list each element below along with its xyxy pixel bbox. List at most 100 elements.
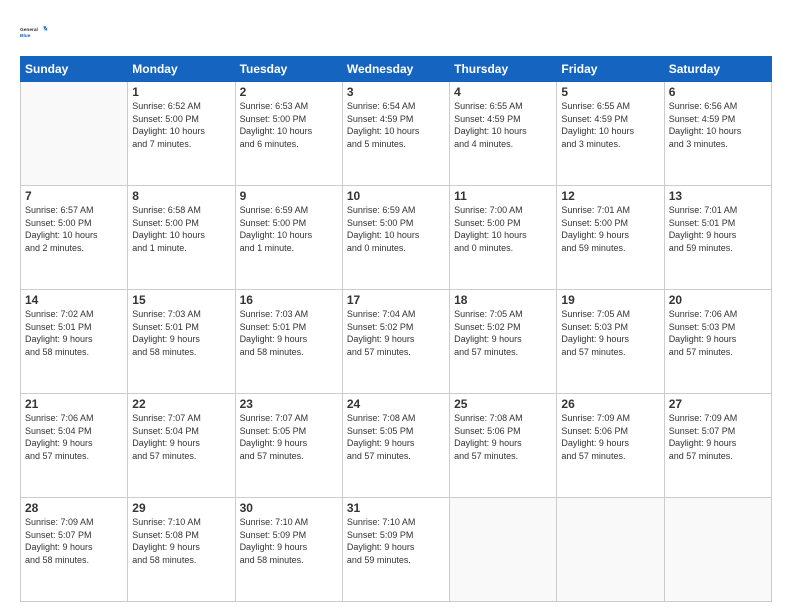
cell-info: Sunrise: 7:00 AM Sunset: 5:00 PM Dayligh… <box>454 204 552 254</box>
calendar-body: 1Sunrise: 6:52 AM Sunset: 5:00 PM Daylig… <box>21 82 772 602</box>
day-number: 6 <box>669 85 767 99</box>
calendar-cell: 18Sunrise: 7:05 AM Sunset: 5:02 PM Dayli… <box>450 290 557 394</box>
day-number: 26 <box>561 397 659 411</box>
calendar-cell: 22Sunrise: 7:07 AM Sunset: 5:04 PM Dayli… <box>128 394 235 498</box>
day-number: 7 <box>25 189 123 203</box>
day-number: 16 <box>240 293 338 307</box>
week-row-3: 21Sunrise: 7:06 AM Sunset: 5:04 PM Dayli… <box>21 394 772 498</box>
day-number: 15 <box>132 293 230 307</box>
calendar-cell: 29Sunrise: 7:10 AM Sunset: 5:08 PM Dayli… <box>128 498 235 602</box>
day-number: 14 <box>25 293 123 307</box>
calendar-cell: 1Sunrise: 6:52 AM Sunset: 5:00 PM Daylig… <box>128 82 235 186</box>
day-number: 25 <box>454 397 552 411</box>
calendar-cell: 10Sunrise: 6:59 AM Sunset: 5:00 PM Dayli… <box>342 186 449 290</box>
cell-info: Sunrise: 6:53 AM Sunset: 5:00 PM Dayligh… <box>240 100 338 150</box>
day-number: 1 <box>132 85 230 99</box>
day-header-sunday: Sunday <box>21 57 128 82</box>
logo-icon: General Blue <box>20 18 48 46</box>
day-number: 4 <box>454 85 552 99</box>
cell-info: Sunrise: 7:03 AM Sunset: 5:01 PM Dayligh… <box>132 308 230 358</box>
page: General Blue SundayMondayTuesdayWednesda… <box>0 0 792 612</box>
cell-info: Sunrise: 7:06 AM Sunset: 5:04 PM Dayligh… <box>25 412 123 462</box>
day-number: 22 <box>132 397 230 411</box>
day-number: 8 <box>132 189 230 203</box>
header: General Blue <box>20 18 772 46</box>
header-row: SundayMondayTuesdayWednesdayThursdayFrid… <box>21 57 772 82</box>
day-number: 21 <box>25 397 123 411</box>
cell-info: Sunrise: 7:01 AM Sunset: 5:00 PM Dayligh… <box>561 204 659 254</box>
calendar-table: SundayMondayTuesdayWednesdayThursdayFrid… <box>20 56 772 602</box>
day-header-tuesday: Tuesday <box>235 57 342 82</box>
calendar-cell: 25Sunrise: 7:08 AM Sunset: 5:06 PM Dayli… <box>450 394 557 498</box>
calendar-cell: 7Sunrise: 6:57 AM Sunset: 5:00 PM Daylig… <box>21 186 128 290</box>
day-number: 19 <box>561 293 659 307</box>
week-row-2: 14Sunrise: 7:02 AM Sunset: 5:01 PM Dayli… <box>21 290 772 394</box>
cell-info: Sunrise: 6:52 AM Sunset: 5:00 PM Dayligh… <box>132 100 230 150</box>
calendar-cell <box>21 82 128 186</box>
calendar-cell: 26Sunrise: 7:09 AM Sunset: 5:06 PM Dayli… <box>557 394 664 498</box>
cell-info: Sunrise: 7:04 AM Sunset: 5:02 PM Dayligh… <box>347 308 445 358</box>
calendar-cell: 6Sunrise: 6:56 AM Sunset: 4:59 PM Daylig… <box>664 82 771 186</box>
day-number: 23 <box>240 397 338 411</box>
cell-info: Sunrise: 6:55 AM Sunset: 4:59 PM Dayligh… <box>561 100 659 150</box>
calendar-cell: 11Sunrise: 7:00 AM Sunset: 5:00 PM Dayli… <box>450 186 557 290</box>
calendar-cell: 15Sunrise: 7:03 AM Sunset: 5:01 PM Dayli… <box>128 290 235 394</box>
calendar-cell: 2Sunrise: 6:53 AM Sunset: 5:00 PM Daylig… <box>235 82 342 186</box>
week-row-1: 7Sunrise: 6:57 AM Sunset: 5:00 PM Daylig… <box>21 186 772 290</box>
day-number: 18 <box>454 293 552 307</box>
calendar-cell <box>450 498 557 602</box>
cell-info: Sunrise: 7:05 AM Sunset: 5:03 PM Dayligh… <box>561 308 659 358</box>
calendar-header: SundayMondayTuesdayWednesdayThursdayFrid… <box>21 57 772 82</box>
day-number: 29 <box>132 501 230 515</box>
day-number: 31 <box>347 501 445 515</box>
day-number: 12 <box>561 189 659 203</box>
day-number: 13 <box>669 189 767 203</box>
calendar-cell: 8Sunrise: 6:58 AM Sunset: 5:00 PM Daylig… <box>128 186 235 290</box>
cell-info: Sunrise: 6:58 AM Sunset: 5:00 PM Dayligh… <box>132 204 230 254</box>
day-number: 27 <box>669 397 767 411</box>
day-number: 10 <box>347 189 445 203</box>
day-header-saturday: Saturday <box>664 57 771 82</box>
cell-info: Sunrise: 7:05 AM Sunset: 5:02 PM Dayligh… <box>454 308 552 358</box>
day-header-wednesday: Wednesday <box>342 57 449 82</box>
day-number: 30 <box>240 501 338 515</box>
calendar-cell: 5Sunrise: 6:55 AM Sunset: 4:59 PM Daylig… <box>557 82 664 186</box>
calendar-cell: 30Sunrise: 7:10 AM Sunset: 5:09 PM Dayli… <box>235 498 342 602</box>
calendar-cell: 21Sunrise: 7:06 AM Sunset: 5:04 PM Dayli… <box>21 394 128 498</box>
cell-info: Sunrise: 7:09 AM Sunset: 5:06 PM Dayligh… <box>561 412 659 462</box>
day-number: 2 <box>240 85 338 99</box>
day-number: 5 <box>561 85 659 99</box>
cell-info: Sunrise: 6:57 AM Sunset: 5:00 PM Dayligh… <box>25 204 123 254</box>
cell-info: Sunrise: 7:08 AM Sunset: 5:05 PM Dayligh… <box>347 412 445 462</box>
day-number: 3 <box>347 85 445 99</box>
cell-info: Sunrise: 7:01 AM Sunset: 5:01 PM Dayligh… <box>669 204 767 254</box>
cell-info: Sunrise: 7:06 AM Sunset: 5:03 PM Dayligh… <box>669 308 767 358</box>
cell-info: Sunrise: 6:59 AM Sunset: 5:00 PM Dayligh… <box>240 204 338 254</box>
calendar-cell: 20Sunrise: 7:06 AM Sunset: 5:03 PM Dayli… <box>664 290 771 394</box>
calendar-cell: 12Sunrise: 7:01 AM Sunset: 5:00 PM Dayli… <box>557 186 664 290</box>
calendar-cell: 19Sunrise: 7:05 AM Sunset: 5:03 PM Dayli… <box>557 290 664 394</box>
cell-info: Sunrise: 6:56 AM Sunset: 4:59 PM Dayligh… <box>669 100 767 150</box>
cell-info: Sunrise: 7:08 AM Sunset: 5:06 PM Dayligh… <box>454 412 552 462</box>
logo: General Blue <box>20 18 48 46</box>
calendar-cell: 28Sunrise: 7:09 AM Sunset: 5:07 PM Dayli… <box>21 498 128 602</box>
cell-info: Sunrise: 7:10 AM Sunset: 5:09 PM Dayligh… <box>347 516 445 566</box>
svg-text:General: General <box>20 27 38 33</box>
calendar-cell <box>557 498 664 602</box>
cell-info: Sunrise: 6:55 AM Sunset: 4:59 PM Dayligh… <box>454 100 552 150</box>
day-header-friday: Friday <box>557 57 664 82</box>
calendar-cell: 24Sunrise: 7:08 AM Sunset: 5:05 PM Dayli… <box>342 394 449 498</box>
svg-text:Blue: Blue <box>20 33 31 39</box>
cell-info: Sunrise: 6:54 AM Sunset: 4:59 PM Dayligh… <box>347 100 445 150</box>
calendar-cell: 14Sunrise: 7:02 AM Sunset: 5:01 PM Dayli… <box>21 290 128 394</box>
day-number: 9 <box>240 189 338 203</box>
cell-info: Sunrise: 7:09 AM Sunset: 5:07 PM Dayligh… <box>25 516 123 566</box>
cell-info: Sunrise: 6:59 AM Sunset: 5:00 PM Dayligh… <box>347 204 445 254</box>
cell-info: Sunrise: 7:02 AM Sunset: 5:01 PM Dayligh… <box>25 308 123 358</box>
calendar-cell: 27Sunrise: 7:09 AM Sunset: 5:07 PM Dayli… <box>664 394 771 498</box>
day-header-monday: Monday <box>128 57 235 82</box>
cell-info: Sunrise: 7:09 AM Sunset: 5:07 PM Dayligh… <box>669 412 767 462</box>
calendar-cell: 23Sunrise: 7:07 AM Sunset: 5:05 PM Dayli… <box>235 394 342 498</box>
calendar-cell: 13Sunrise: 7:01 AM Sunset: 5:01 PM Dayli… <box>664 186 771 290</box>
day-number: 17 <box>347 293 445 307</box>
